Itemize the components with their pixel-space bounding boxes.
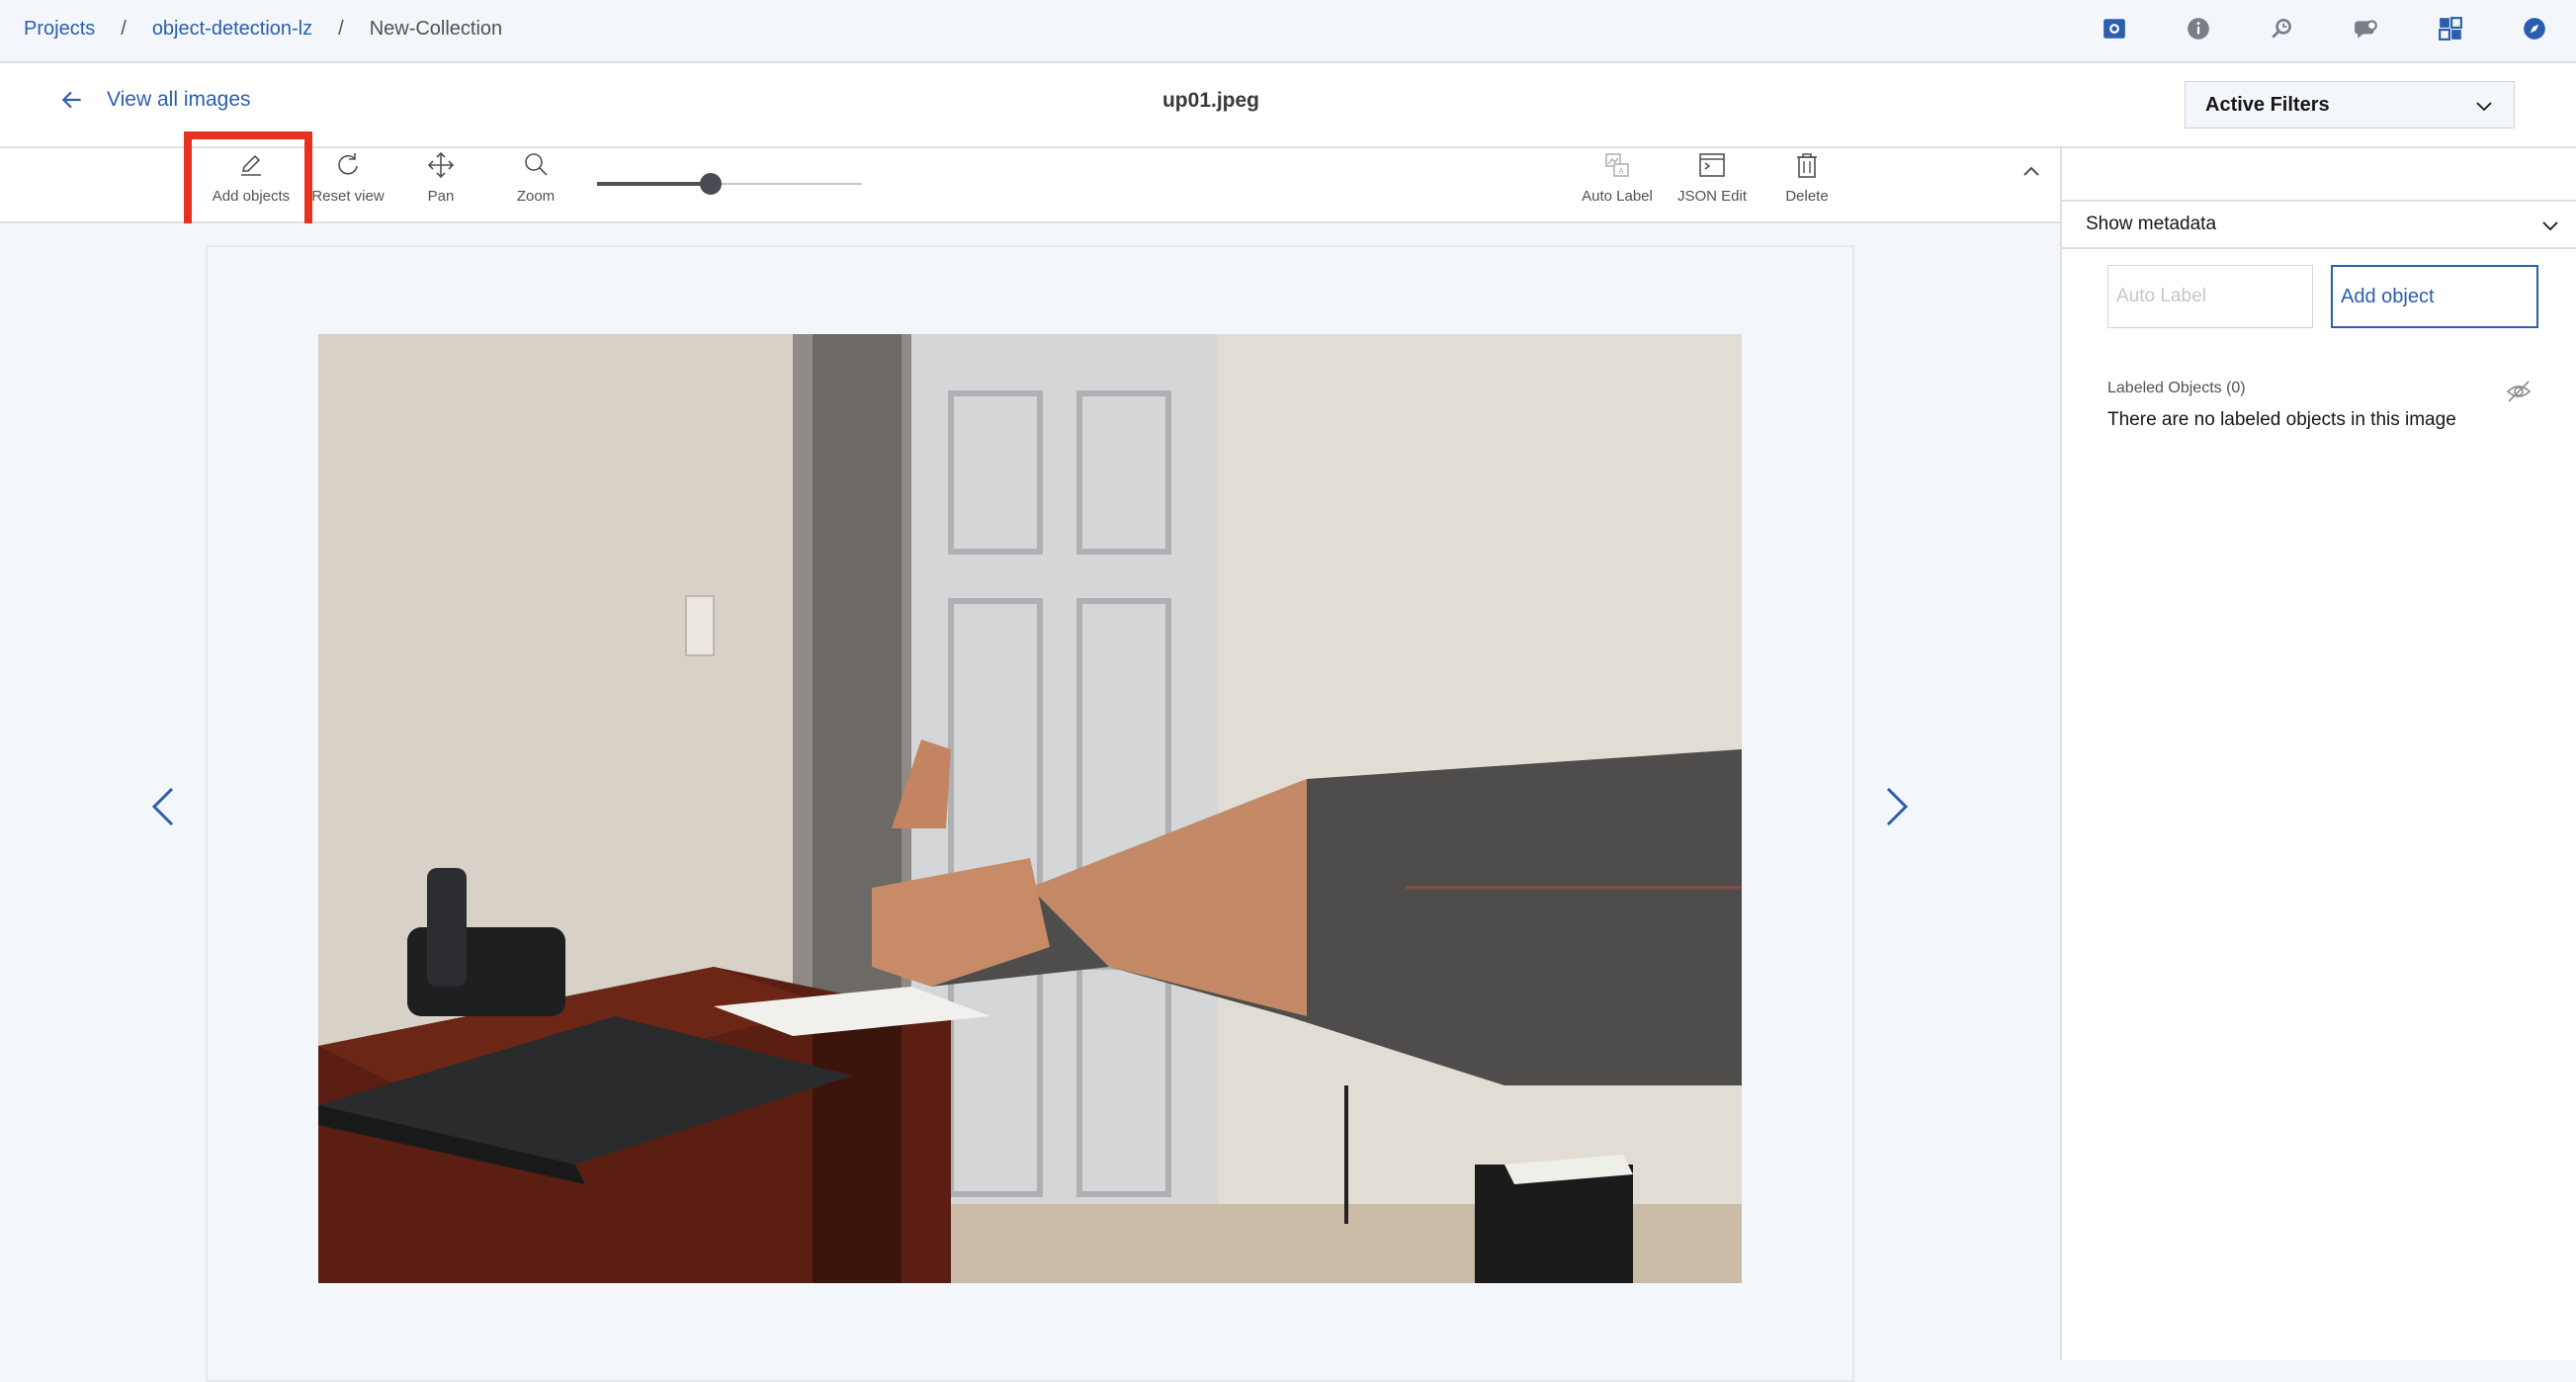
image-preview — [318, 334, 1742, 1283]
chevron-up-icon[interactable] — [2017, 156, 2046, 186]
photo-scene — [318, 334, 1742, 1283]
trash-icon — [1797, 153, 1817, 178]
zoom-button[interactable]: Zoom — [486, 148, 585, 223]
search-history-icon[interactable] — [2240, 0, 2324, 57]
search-icon — [525, 153, 548, 176]
auto-label-icon: A — [1605, 153, 1629, 177]
top-icon-bar — [2072, 0, 2576, 57]
show-metadata-label: Show metadata — [2086, 214, 2217, 234]
pencil-icon — [241, 154, 261, 176]
add-object-button[interactable]: Add object — [2331, 265, 2538, 328]
info-icon[interactable] — [2156, 0, 2240, 57]
zoom-slider-thumb[interactable] — [700, 173, 722, 195]
delete-label: Delete — [1785, 188, 1829, 205]
labeled-objects-title: Labeled Objects (0) — [2107, 380, 2246, 396]
json-edit-label: JSON Edit — [1676, 188, 1748, 205]
dashboard-icon[interactable] — [2408, 0, 2492, 57]
breadcrumb: Projects / object-detection-lz / New-Col… — [24, 0, 502, 57]
svg-text:A: A — [1618, 167, 1624, 176]
reset-icon — [338, 153, 358, 175]
top-bar: Projects / object-detection-lz / New-Col… — [0, 0, 2576, 63]
zoom-slider[interactable] — [597, 172, 862, 196]
active-filters-dropdown[interactable]: Active Filters — [2185, 81, 2515, 129]
terminal-icon — [1699, 153, 1725, 177]
camera-icon[interactable] — [2072, 0, 2156, 57]
chat-icon[interactable] — [2324, 0, 2408, 57]
auto-label-input[interactable] — [2107, 265, 2313, 328]
breadcrumb-project-name[interactable]: object-detection-lz — [152, 18, 312, 41]
reset-view-button[interactable]: Reset view — [299, 148, 397, 223]
reset-view-label: Reset view — [311, 188, 385, 205]
compass-icon[interactable] — [2492, 0, 2576, 57]
chevron-down-icon — [2476, 102, 2492, 112]
eye-off-icon[interactable] — [2505, 378, 2533, 405]
breadcrumb-separator: / — [121, 17, 127, 40]
pan-label: Pan — [427, 188, 455, 205]
active-filters-label: Active Filters — [2205, 93, 2330, 116]
pan-button[interactable]: Pan — [391, 148, 490, 223]
no-objects-message: There are no labeled objects in this ima… — [2107, 409, 2456, 430]
zoom-slider-fill — [597, 182, 711, 186]
auto-label-label: Auto Label — [1582, 188, 1653, 205]
move-icon — [427, 151, 455, 179]
breadcrumb-current: New-Collection — [369, 17, 503, 40]
zoom-label: Zoom — [516, 188, 556, 205]
image-canvas-area — [0, 223, 2060, 1382]
show-metadata-toggle[interactable]: Show metadata — [2062, 200, 2576, 249]
auto-label-button[interactable]: A Auto Label — [1568, 148, 1667, 223]
chevron-left-icon[interactable] — [142, 777, 182, 836]
add-objects-button[interactable]: Add objects — [202, 148, 301, 223]
delete-button[interactable]: Delete — [1758, 148, 1856, 223]
file-name: up01.jpeg — [1161, 89, 1260, 112]
breadcrumb-separator: / — [338, 17, 344, 40]
chevron-down-icon — [2542, 221, 2558, 231]
image-header: View all images up01.jpeg Active Filters — [0, 63, 2576, 148]
chevron-right-icon[interactable] — [1878, 777, 1918, 836]
image-toolbar: Add objects Reset view Pan Zoom A Auto L… — [0, 148, 2060, 223]
json-edit-button[interactable]: JSON Edit — [1663, 148, 1761, 223]
add-objects-label: Add objects — [212, 188, 291, 205]
side-panel: Show metadata Add object Labeled Objects… — [2060, 148, 2576, 1360]
breadcrumb-projects[interactable]: Projects — [24, 18, 95, 41]
